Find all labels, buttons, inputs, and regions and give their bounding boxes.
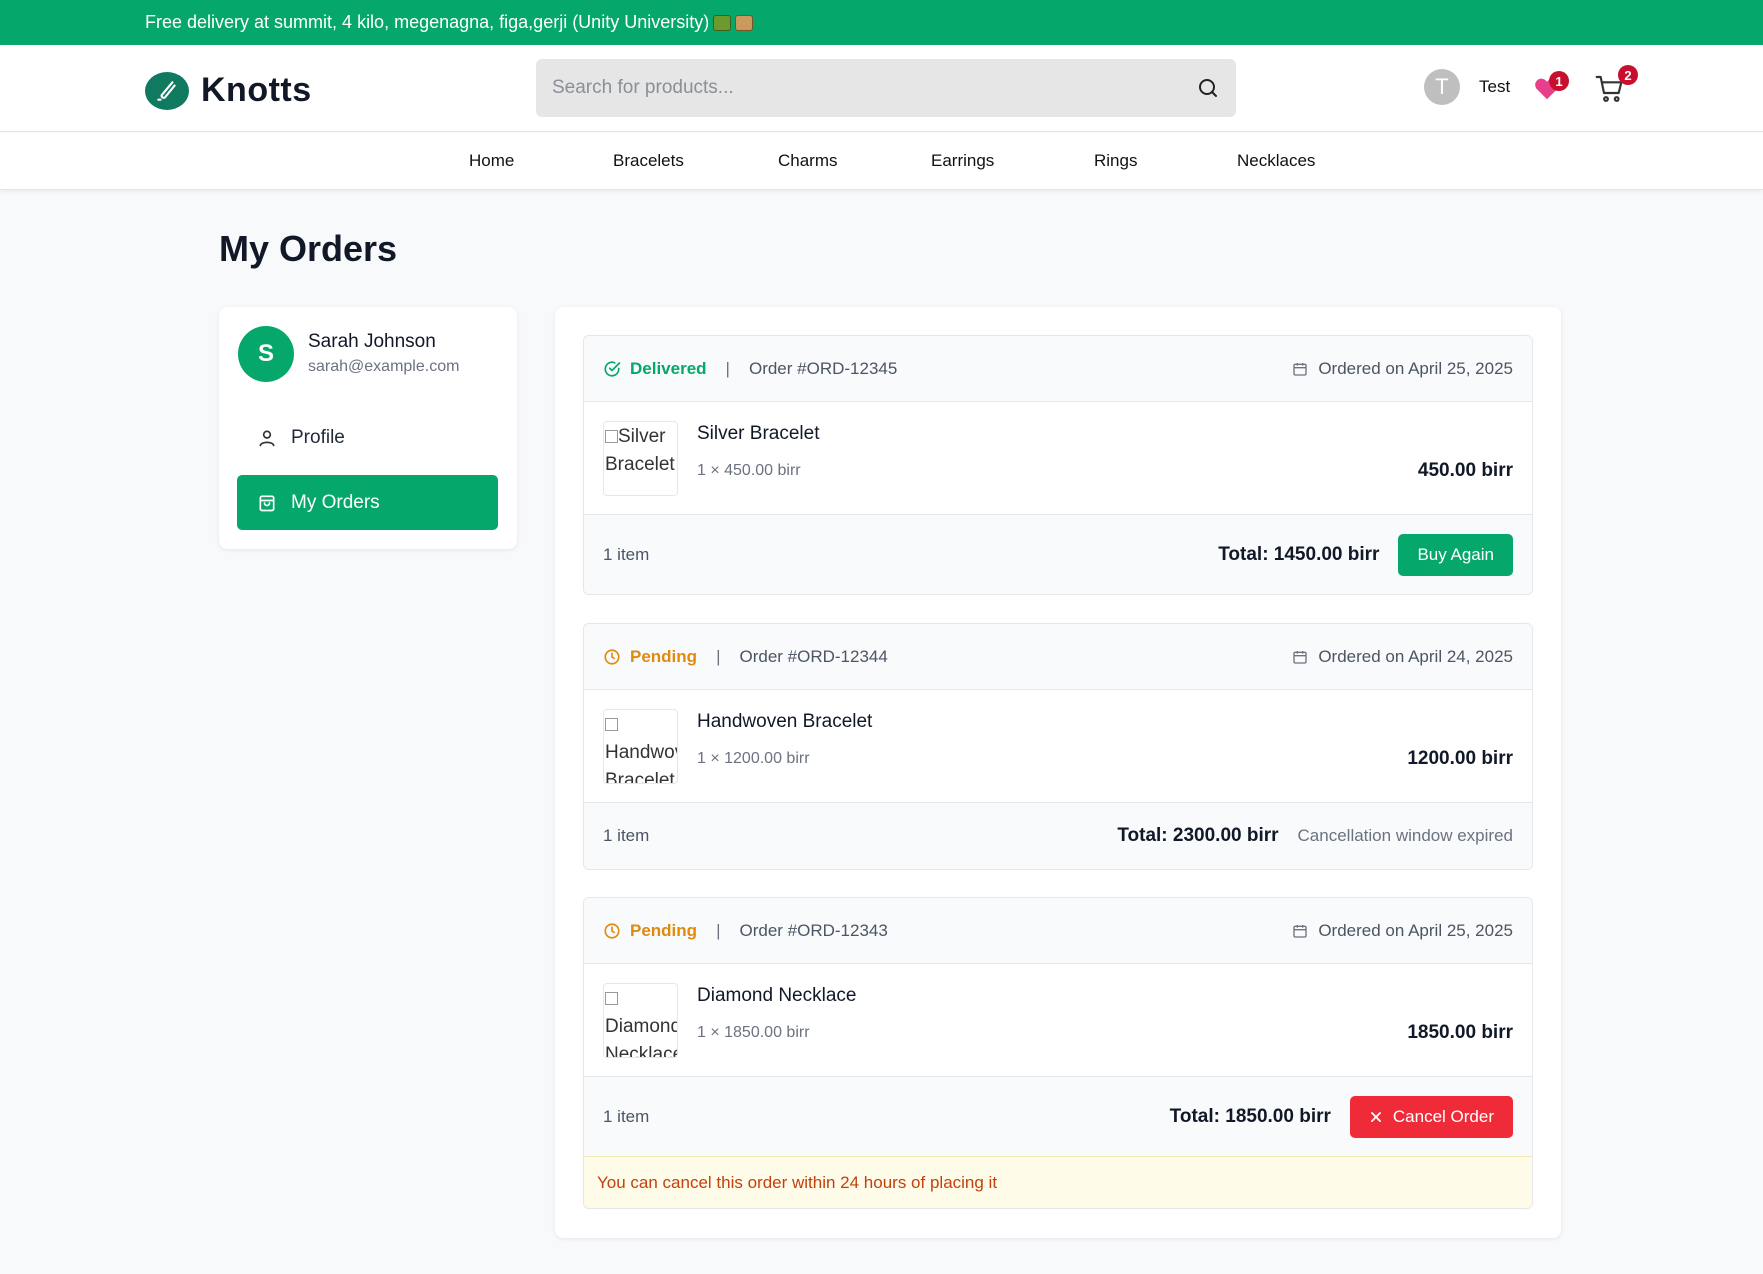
- divider: |: [716, 920, 721, 940]
- cancel-order-button[interactable]: Cancel Order: [1349, 1095, 1513, 1138]
- nav-bracelets[interactable]: Bracelets: [613, 151, 684, 171]
- order-date: Ordered on April 25, 2025: [1292, 359, 1513, 379]
- product-quantity: 1 × 1850.00 birr: [697, 1024, 810, 1041]
- nav-charms[interactable]: Charms: [778, 151, 838, 171]
- site-header: Knotts Search for products... T Test 1 2: [0, 45, 1763, 132]
- cart-count-badge: 2: [1618, 65, 1638, 85]
- product-quantity: 1 × 450.00 birr: [697, 462, 801, 479]
- wishlist-count-badge: 1: [1549, 71, 1569, 91]
- order-card: Pending | Order #ORD-12344 Ordered on Ap…: [583, 623, 1533, 870]
- item-count: 1 item: [603, 1106, 650, 1126]
- broken-image-icon: [605, 992, 618, 1005]
- search-bar[interactable]: Search for products...: [536, 59, 1236, 117]
- status-badge: Delivered: [603, 359, 707, 379]
- calendar-icon: [1293, 924, 1307, 938]
- cart-button[interactable]: 2: [1592, 65, 1638, 105]
- wishlist-button[interactable]: 1: [1530, 69, 1569, 105]
- order-footer: 1 item Total: 1450.00 birr Buy Again: [584, 515, 1532, 594]
- nav-necklaces[interactable]: Necklaces: [1237, 151, 1315, 171]
- calendar-icon: [1293, 362, 1307, 376]
- product-name[interactable]: Diamond Necklace: [697, 985, 856, 1007]
- delivery-truck-emoji-icon: [713, 14, 732, 31]
- brand-name: Knotts: [201, 71, 312, 109]
- item-count: 1 item: [603, 826, 650, 845]
- nav-rings[interactable]: Rings: [1094, 151, 1137, 171]
- promo-text: Free delivery at summit, 4 kilo, megenag…: [145, 12, 710, 32]
- user-avatar[interactable]: T: [1424, 69, 1460, 105]
- orders-panel: Delivered | Order #ORD-12345 Ordered on …: [555, 307, 1561, 1238]
- cancellation-note: Cancellation window expired: [1297, 826, 1513, 845]
- account-email: sarah@example.com: [308, 358, 460, 375]
- account-name: Sarah Johnson: [308, 331, 436, 352]
- product-price: 450.00 birr: [1417, 460, 1513, 481]
- search-input[interactable]: Search for products...: [552, 77, 1196, 99]
- page-title: My Orders: [219, 228, 398, 269]
- order-date: Ordered on April 25, 2025: [1292, 921, 1513, 941]
- sidebar-item-label: Profile: [291, 426, 345, 448]
- clock-icon: [604, 648, 620, 665]
- product-quantity: 1 × 1200.00 birr: [697, 750, 810, 767]
- status-badge: Pending: [603, 647, 697, 667]
- product-image[interactable]: Handwoven Bracelet: [603, 709, 678, 784]
- category-nav: Home Bracelets Charms Earrings Rings Nec…: [0, 133, 1763, 190]
- order-id: Order #ORD-12344: [739, 646, 888, 666]
- clock-icon: [604, 922, 620, 939]
- order-header: Delivered | Order #ORD-12345 Ordered on …: [584, 336, 1532, 402]
- calendar-icon: [1293, 650, 1307, 664]
- status-badge: Pending: [603, 921, 697, 941]
- logo-icon: [145, 71, 189, 110]
- search-icon[interactable]: [1196, 76, 1220, 100]
- order-id: Order #ORD-12343: [739, 920, 888, 940]
- order-item: Silver Bracelet Silver Bracelet 1 × 450.…: [584, 402, 1532, 515]
- nav-home[interactable]: Home: [469, 151, 514, 171]
- shopping-bag-icon: [259, 495, 275, 511]
- order-card: Pending | Order #ORD-12343 Ordered on Ap…: [583, 897, 1533, 1209]
- order-total: Total: 2300.00 birr: [1117, 825, 1279, 846]
- broken-image-icon: [605, 430, 618, 443]
- order-item: Handwoven Bracelet Handwoven Bracelet 1 …: [584, 690, 1532, 803]
- product-name[interactable]: Handwoven Bracelet: [697, 711, 872, 733]
- sidebar-item-label: My Orders: [291, 491, 380, 513]
- order-footer: 1 item Total: 2300.00 birr Cancellation …: [584, 803, 1532, 869]
- divider: |: [725, 358, 730, 378]
- sidebar-item-profile[interactable]: Profile: [237, 410, 498, 465]
- product-price: 1850.00 birr: [1407, 1022, 1513, 1043]
- user-name[interactable]: Test: [1479, 77, 1510, 97]
- product-image[interactable]: Silver Bracelet: [603, 421, 678, 496]
- order-total: Total: 1450.00 birr: [1218, 543, 1380, 565]
- product-price: 1200.00 birr: [1407, 748, 1513, 769]
- sidebar-item-my-orders[interactable]: My Orders: [237, 475, 498, 530]
- broken-image-icon: [605, 718, 618, 731]
- package-emoji-icon: [735, 14, 754, 31]
- item-count: 1 item: [603, 544, 650, 564]
- order-id: Order #ORD-12345: [748, 358, 898, 378]
- buy-again-button[interactable]: Buy Again: [1398, 533, 1513, 576]
- order-item: Diamond Necklace Diamond Necklace 1 × 18…: [584, 964, 1532, 1077]
- check-circle-icon: [604, 360, 621, 377]
- close-icon: [1370, 1111, 1381, 1122]
- order-header: Pending | Order #ORD-12343 Ordered on Ap…: [584, 898, 1532, 964]
- divider: |: [716, 646, 721, 666]
- user-icon: [259, 430, 275, 446]
- account-sidebar: S Sarah Johnson sarah@example.com Profil…: [219, 307, 517, 549]
- order-date: Ordered on April 24, 2025: [1292, 647, 1513, 667]
- avatar: S: [238, 326, 294, 382]
- brand-logo[interactable]: Knotts: [145, 71, 312, 110]
- product-name[interactable]: Silver Bracelet: [697, 423, 820, 445]
- cancellation-warning: You can cancel this order within 24 hour…: [584, 1156, 1532, 1208]
- product-image[interactable]: Diamond Necklace: [603, 983, 678, 1058]
- order-header: Pending | Order #ORD-12344 Ordered on Ap…: [584, 624, 1532, 690]
- user-menu[interactable]: T Test: [1424, 69, 1510, 105]
- order-footer: 1 item Total: 1850.00 birr Cancel Order: [584, 1077, 1532, 1156]
- nav-earrings[interactable]: Earrings: [931, 151, 994, 171]
- order-card: Delivered | Order #ORD-12345 Ordered on …: [583, 335, 1533, 595]
- promo-bar: Free delivery at summit, 4 kilo, megenag…: [0, 0, 1763, 45]
- order-total: Total: 1850.00 birr: [1169, 1105, 1331, 1127]
